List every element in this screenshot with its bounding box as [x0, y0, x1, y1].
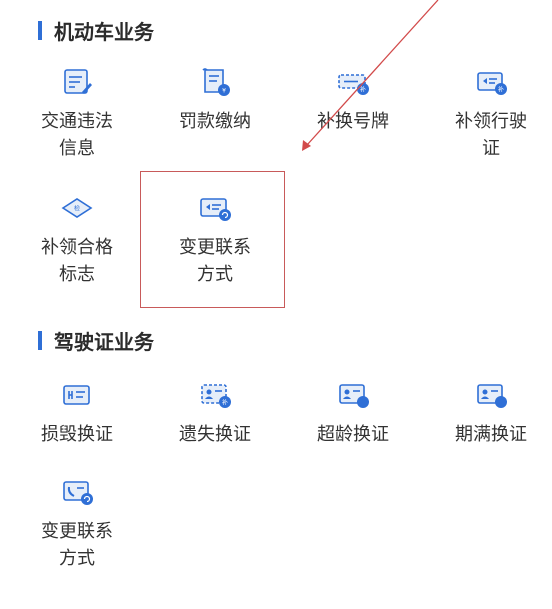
tile-label: 期满换证 [455, 424, 527, 445]
tile-reissue-inspection-sticker[interactable]: 检 补领合格 标志 [8, 193, 146, 288]
section-title-vehicle: 机动车业务 [38, 17, 154, 44]
tile-expired-license[interactable]: 期满换证 [422, 380, 552, 448]
svg-text:补: 补 [360, 86, 366, 94]
vehicle-license-icon: 补 [477, 72, 507, 95]
annotation-highlight-box [140, 171, 285, 308]
document-edit-icon [64, 69, 92, 94]
section-accent-bar [38, 330, 42, 350]
tile-replace-plate[interactable]: 补 补换号牌 [284, 67, 422, 135]
tile-label: 罚款缴纳 [179, 111, 251, 132]
contact-change-phone-icon [63, 481, 93, 505]
svg-text:¥: ¥ [222, 88, 226, 95]
tile-label: 损毁换证 [41, 424, 113, 445]
bill-payment-icon: ¥ [202, 68, 230, 96]
lost-license-icon: 补 [201, 384, 231, 408]
tile-reissue-driving-permit[interactable]: 补 补领行驶 证 [422, 67, 552, 162]
section-title-driver-license: 驾驶证业务 [38, 327, 154, 354]
section-accent-bar [38, 20, 42, 40]
svg-text:补: 补 [222, 399, 228, 407]
tile-label: 遗失换证 [179, 424, 251, 445]
tile-label: 交通违法 信息 [41, 111, 113, 159]
tile-label: 补换号牌 [317, 111, 389, 132]
tile-label: 补领合格 标志 [41, 237, 113, 285]
tile-damaged-license[interactable]: 损毁换证 [8, 380, 146, 448]
tile-label: 变更联系 方式 [41, 521, 113, 569]
section-title-text: 机动车业务 [54, 19, 154, 44]
license-plate-icon: 补 [338, 74, 369, 95]
tile-change-contact-license[interactable]: 变更联系 方式 [8, 477, 146, 572]
tile-overage-license[interactable]: 超龄换证 [284, 380, 422, 448]
section-title-text: 驾驶证业务 [54, 329, 154, 354]
expired-license-icon [477, 384, 507, 408]
svg-text:检: 检 [74, 205, 80, 213]
tile-label: 补领行驶 证 [455, 111, 527, 159]
tile-fine-payment[interactable]: ¥ 罚款缴纳 [146, 67, 284, 135]
damaged-license-icon [63, 385, 90, 405]
tile-traffic-violation[interactable]: 交通违法 信息 [8, 67, 146, 162]
tile-label: 超龄换证 [317, 424, 389, 445]
svg-text:补: 补 [498, 86, 504, 94]
tile-lost-license[interactable]: 补 遗失换证 [146, 380, 284, 448]
inspection-sticker-icon: 检 [61, 198, 93, 218]
overage-license-icon [339, 384, 369, 408]
